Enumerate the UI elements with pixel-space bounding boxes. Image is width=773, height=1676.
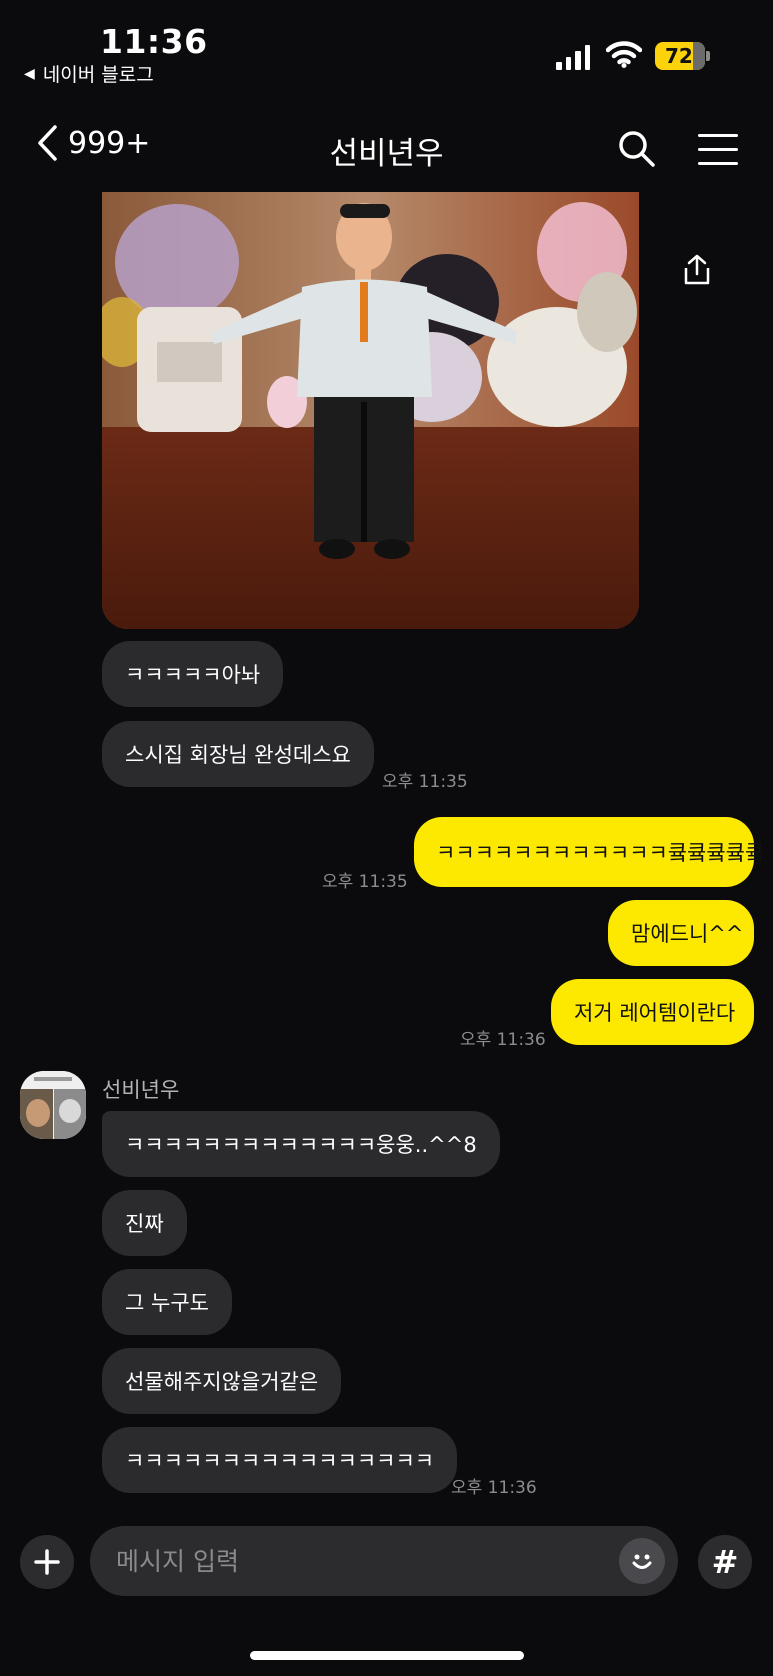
outgoing-message[interactable]: 맘에드니^^ — [608, 900, 754, 966]
outgoing-message[interactable]: 저거 레어템이란다 — [551, 979, 754, 1045]
back-app-label: 네이버 블로그 — [42, 64, 154, 86]
message-timestamp: 오후 11:35 — [322, 872, 408, 892]
back-triangle-icon: ◀ — [24, 65, 35, 82]
back-to-app-link[interactable]: ◀ 네이버 블로그 — [24, 60, 154, 87]
message-input-container[interactable] — [90, 1526, 678, 1596]
incoming-message[interactable]: 스시집 회장님 완성데스요 — [102, 721, 374, 787]
smiley-icon — [632, 1554, 652, 1569]
incoming-message[interactable]: ㅋㅋㅋㅋㅋㅋㅋㅋㅋㅋㅋㅋㅋ웅웅..^^8 — [102, 1111, 500, 1177]
chat-title: 선비년우 — [329, 136, 444, 172]
figurine-photo — [102, 192, 639, 629]
message-input[interactable] — [114, 1545, 568, 1577]
battery-indicator: 72 — [655, 42, 705, 70]
photo-message[interactable] — [102, 192, 639, 629]
battery-tip — [706, 51, 710, 61]
search-icon[interactable] — [618, 130, 656, 168]
battery-level: 72 — [665, 44, 693, 68]
menu-icon[interactable] — [698, 134, 738, 176]
outgoing-message[interactable]: ㅋㅋㅋㅋㅋㅋㅋㅋㅋㅋㅋㅋ큨큨큨큨큨 — [414, 817, 764, 887]
add-attachment-button[interactable] — [20, 1535, 74, 1589]
wifi-icon — [606, 41, 642, 68]
status-time: 11:36 — [100, 22, 208, 61]
avatar[interactable] — [20, 1071, 86, 1139]
hashtag-search-button[interactable]: # — [698, 1535, 752, 1589]
incoming-message[interactable]: 진짜 — [102, 1190, 187, 1256]
share-icon[interactable] — [682, 254, 712, 286]
incoming-message[interactable]: 선물해주지않을거같은 — [102, 1348, 342, 1414]
incoming-message[interactable]: ㅋㅋㅋㅋㅋㅋㅋㅋㅋㅋㅋㅋㅋㅋㅋㅋ — [102, 1427, 458, 1493]
plus-icon — [34, 1549, 60, 1575]
incoming-message[interactable]: 그 누구도 — [102, 1269, 232, 1335]
message-timestamp: 오후 11:35 — [382, 772, 468, 792]
sender-name: 선비년우 — [102, 1078, 180, 1102]
message-timestamp: 오후 11:36 — [460, 1030, 546, 1050]
avatar-image — [20, 1071, 86, 1139]
home-indicator[interactable] — [250, 1651, 524, 1660]
emoticon-button[interactable] — [619, 1538, 665, 1584]
cellular-signal-icon — [556, 44, 590, 70]
incoming-message[interactable]: ㅋㅋㅋㅋㅋ아놔 — [102, 641, 284, 707]
hash-icon: # — [711, 1543, 739, 1581]
message-timestamp: 오후 11:36 — [451, 1478, 537, 1498]
